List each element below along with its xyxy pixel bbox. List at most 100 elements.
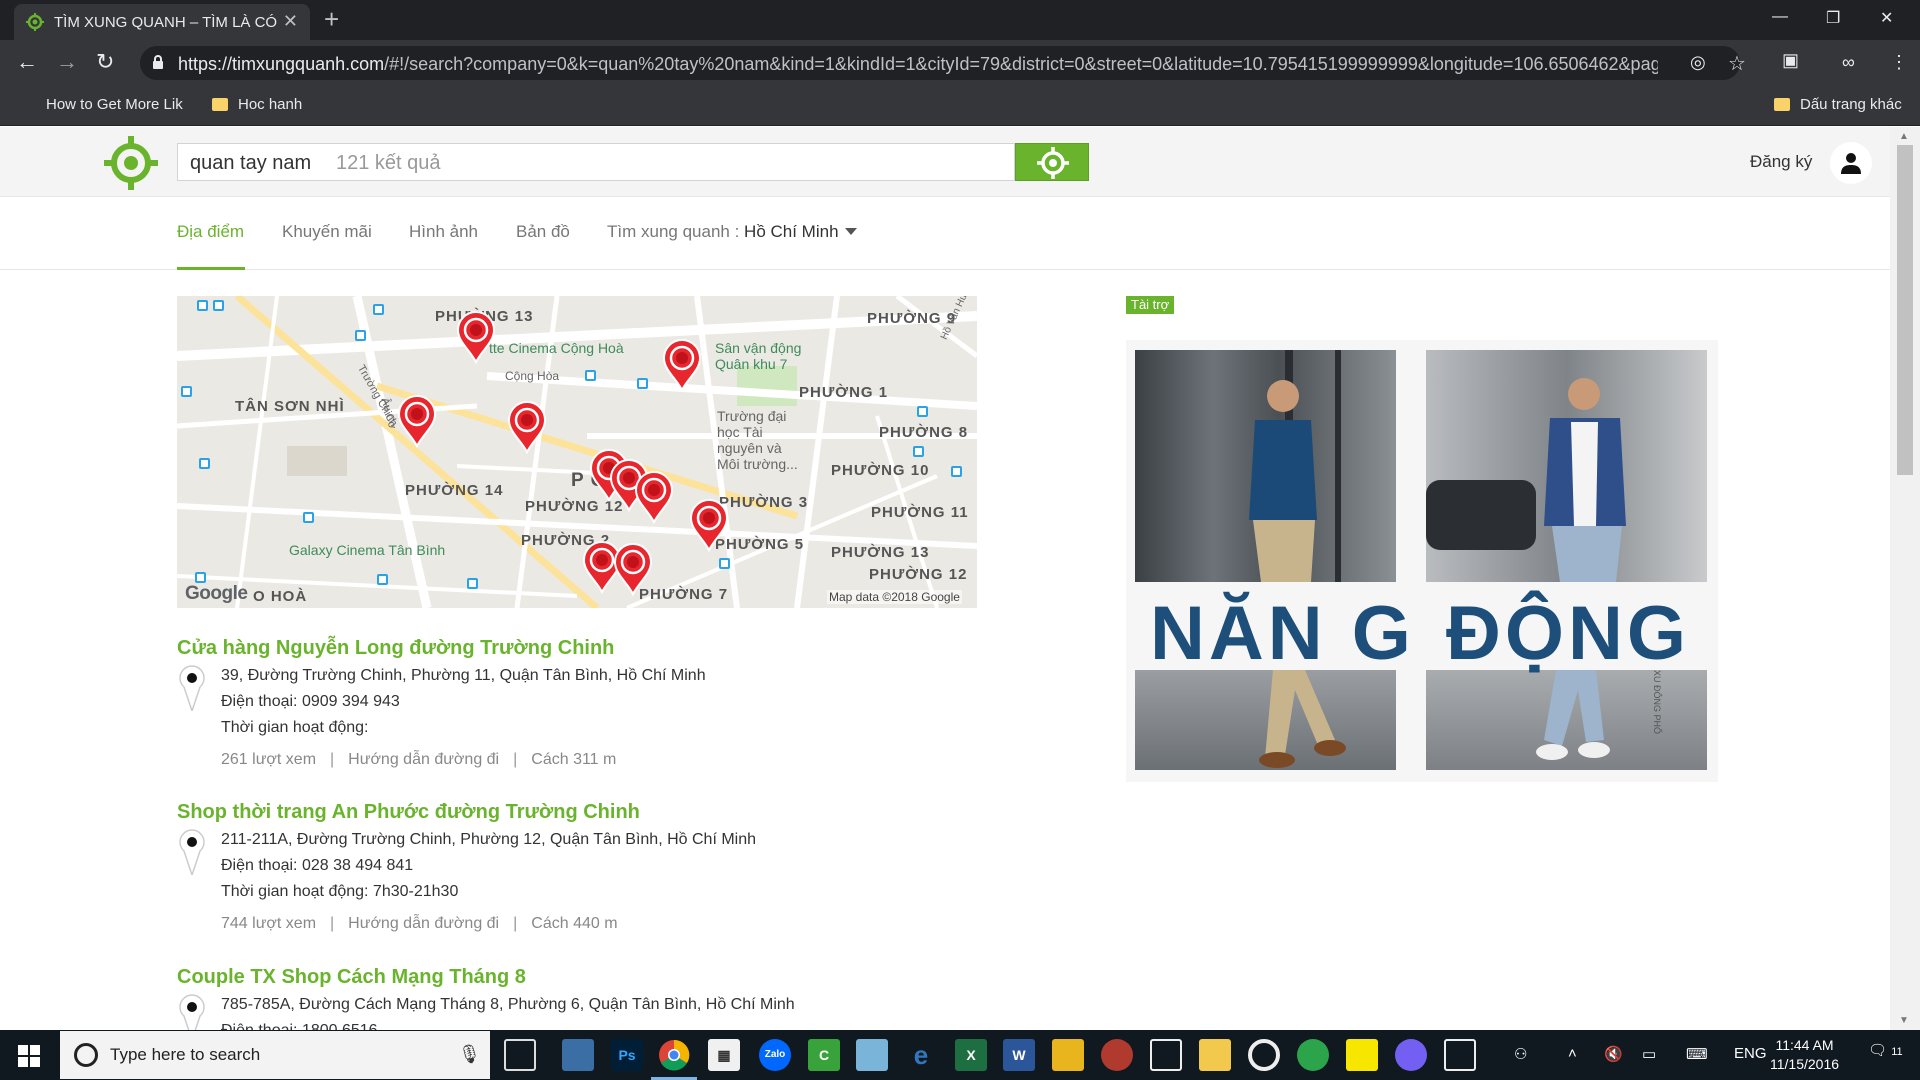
explorer-app-icon[interactable] <box>1052 1039 1084 1071</box>
photos-app-icon[interactable] <box>1444 1039 1476 1071</box>
bookmark-other[interactable]: Dấu trang khác <box>1774 96 1902 113</box>
tray-chevron-icon[interactable]: ˄ <box>1568 1045 1577 1062</box>
paint-app-icon[interactable] <box>1101 1039 1133 1071</box>
taskbar-clock[interactable]: 11:44 AM 11/15/2016 <box>1770 1036 1839 1074</box>
battery-icon[interactable]: ▭ <box>1642 1045 1656 1063</box>
bus-stop-icon <box>213 300 224 311</box>
back-icon[interactable]: ← <box>16 50 38 74</box>
result-address: 211-211A, Đường Trường Chinh, Phường 12,… <box>221 831 757 848</box>
result-item: Cửa hàng Nguyễn Long đường Trường Chinh … <box>177 637 1077 777</box>
map-pin-icon[interactable] <box>634 470 674 525</box>
language-indicator[interactable]: ENG <box>1734 1045 1767 1062</box>
directions-link[interactable]: Hướng dẫn đường đi <box>348 915 499 932</box>
map-label: PHƯỜNG 12 <box>869 566 968 583</box>
extension-icon[interactable]: ▣ <box>1782 50 1799 71</box>
map-poi[interactable]: Sân vận động Quân khu 7 <box>715 340 801 372</box>
location-icon[interactable]: ◎ <box>1690 52 1706 73</box>
result-item: Couple TX Shop Cách Mạng Tháng 8 785-785… <box>177 966 1077 1030</box>
map-label: PHƯỜNG 10 <box>831 462 930 479</box>
signup-link[interactable]: Đăng ký <box>1750 152 1812 172</box>
zalo-app-icon[interactable]: Zalo <box>759 1039 791 1071</box>
word-app-icon[interactable]: W <box>1003 1039 1035 1071</box>
page-scrollbar[interactable]: ▲ ▼ <box>1890 127 1920 1030</box>
result-address: 785-785A, Đường Cách Mạng Tháng 8, Phườn… <box>221 996 795 1013</box>
restore-icon[interactable]: ❐ <box>1826 8 1840 28</box>
viber-app-icon[interactable] <box>1395 1039 1427 1071</box>
minimize-icon[interactable]: — <box>1772 8 1788 26</box>
chrome-app-icon[interactable] <box>651 1039 697 1080</box>
people-icon[interactable]: ⚇ <box>1514 1045 1527 1063</box>
bookmark-how-to[interactable]: How to Get More Lik <box>46 96 183 113</box>
close-window-icon[interactable]: ✕ <box>1880 8 1893 28</box>
site-logo-icon[interactable] <box>104 136 158 195</box>
menu-icon[interactable]: ⋮ <box>1890 52 1908 73</box>
search-button[interactable] <box>1015 143 1089 181</box>
notifications-icon[interactable]: 🗨 11 <box>1868 1041 1903 1059</box>
map-pin-icon[interactable] <box>456 310 496 365</box>
edge-app-icon[interactable]: e <box>905 1039 937 1071</box>
microphone-icon[interactable]: 🎙 <box>458 1044 481 1065</box>
map-label: TÂN SƠN NHÌ <box>235 398 345 415</box>
result-title[interactable]: Shop thời trang An Phước đường Trường Ch… <box>177 801 640 824</box>
sponsored-ad[interactable]: NĂN G ĐỘNG XU ĐÔNG PHỐ <box>1126 340 1718 782</box>
map-poi[interactable]: Galaxy Cinema Tân Bình <box>289 542 445 558</box>
location-pin-icon <box>179 994 205 1030</box>
scroll-down-icon[interactable]: ▼ <box>1899 1015 1909 1026</box>
map-poi[interactable]: Trường đại học Tài nguyên và Môi trường.… <box>717 408 798 472</box>
tab-map[interactable]: Bản đồ <box>516 222 570 242</box>
results-map[interactable]: PHƯỜNG 13 PHƯỜNG 9 PHƯỜNG 1 PHƯỜNG 8 PHƯ… <box>177 296 977 608</box>
tab-promotions[interactable]: Khuyến mãi <box>282 222 372 242</box>
result-distance: Cách 311 m <box>531 751 617 768</box>
tab-close-icon[interactable]: ✕ <box>283 11 298 32</box>
taskbar: Type here to search 🎙 Ps ▦ Zalo C e X W … <box>0 1030 1920 1080</box>
address-bar[interactable]: https://timxungquanh.com/#!/search?compa… <box>140 46 1746 80</box>
map-pin-icon[interactable] <box>689 498 729 553</box>
opera-app-icon[interactable] <box>1248 1039 1280 1071</box>
browser-tab-bar: TÌM XUNG QUANH – TÌM LÀ CÓ ✕ + — ❐ ✕ <box>0 0 1920 40</box>
keyboard-icon[interactable]: ⌨ <box>1686 1045 1708 1063</box>
tab-images[interactable]: Hình ảnh <box>409 222 478 242</box>
directions-link[interactable]: Hướng dẫn đường đi <box>348 751 499 768</box>
search-input[interactable]: quan tay nam 121 kết quả <box>177 143 1015 181</box>
task-view-icon[interactable] <box>504 1039 536 1071</box>
map-label: PHƯỜNG 1 <box>799 384 889 401</box>
file-manager-app-icon[interactable] <box>562 1039 594 1071</box>
excel-app-icon[interactable]: X <box>955 1039 987 1071</box>
new-tab-icon[interactable]: + <box>324 6 339 32</box>
store-app-icon[interactable]: ▦ <box>708 1039 740 1071</box>
map-pin-icon[interactable] <box>507 400 547 455</box>
windows-start-icon[interactable] <box>18 1045 40 1072</box>
folder-app-icon[interactable] <box>1199 1039 1231 1071</box>
cortana-icon <box>74 1043 98 1067</box>
target-icon <box>1037 147 1069 179</box>
map-pin-icon[interactable] <box>397 394 437 449</box>
evernote-app-icon[interactable] <box>1297 1039 1329 1071</box>
result-hours: Thời gian hoạt động: <box>221 719 369 736</box>
bookmark-hoc-hanh[interactable]: Hoc hanh <box>212 96 302 113</box>
scroll-thumb[interactable] <box>1897 145 1913 475</box>
scroll-up-icon[interactable]: ▲ <box>1899 131 1909 142</box>
result-title[interactable]: Couple TX Shop Cách Mạng Tháng 8 <box>177 966 526 989</box>
extension-glasses-icon[interactable]: ∞ <box>1842 52 1855 73</box>
browser-tab[interactable]: TÌM XUNG QUANH – TÌM LÀ CÓ ✕ <box>14 4 310 40</box>
mail-app-icon[interactable] <box>1150 1039 1182 1071</box>
volume-muted-icon[interactable]: 🔇 <box>1604 1045 1623 1063</box>
forward-icon[interactable]: → <box>56 50 78 74</box>
site-header: quan tay nam 121 kết quả Đăng ký <box>0 127 1890 197</box>
map-pin-icon[interactable] <box>662 338 702 393</box>
screen: TÌM XUNG QUANH – TÌM LÀ CÓ ✕ + — ❐ ✕ ← →… <box>0 0 1920 1080</box>
notes-app-icon[interactable] <box>856 1039 888 1071</box>
sticky-notes-app-icon[interactable] <box>1346 1039 1378 1071</box>
map-attribution: Map data ©2018 Google <box>827 590 962 604</box>
photoshop-app-icon[interactable]: Ps <box>611 1039 643 1071</box>
city-selector[interactable]: Tìm xung quanh : Hồ Chí Minh <box>607 222 857 242</box>
user-avatar[interactable] <box>1830 142 1872 184</box>
map-pin-icon[interactable] <box>613 542 653 597</box>
result-title[interactable]: Cửa hàng Nguyễn Long đường Trường Chinh <box>177 637 614 660</box>
tab-places[interactable]: Địa điểm <box>177 222 244 242</box>
camtasia-app-icon[interactable]: C <box>808 1039 840 1071</box>
reload-icon[interactable]: ↻ <box>96 50 114 74</box>
bookmark-star-icon[interactable]: ☆ <box>1728 51 1746 76</box>
map-poi[interactable]: tte Cinema Cộng Hoà <box>489 340 624 356</box>
taskbar-search-input[interactable]: Type here to search 🎙 <box>60 1031 490 1079</box>
